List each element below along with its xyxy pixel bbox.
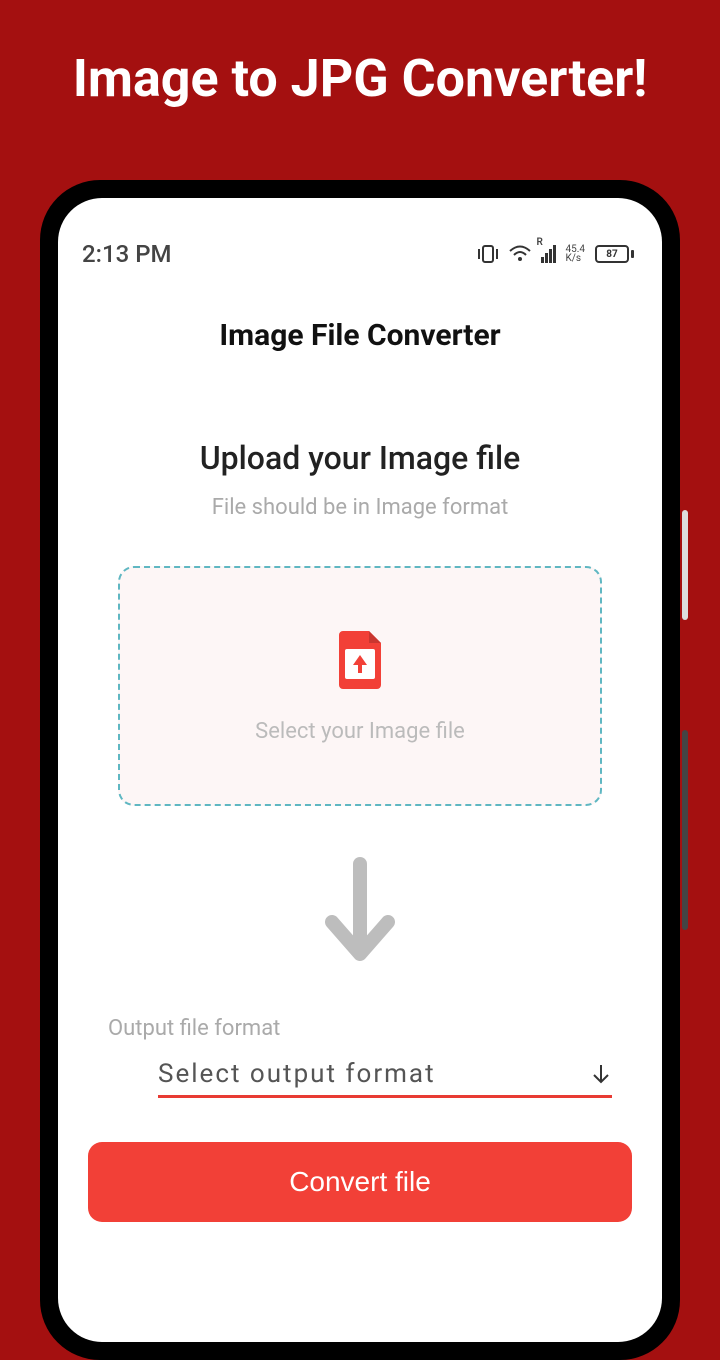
chevron-down-icon: [590, 1063, 612, 1085]
output-format-placeholder: Select output format: [158, 1059, 436, 1089]
arrow-down-icon: [58, 856, 662, 966]
phone-screen: 2:13 PM R: [58, 198, 662, 1342]
upload-heading: Upload your Image file: [58, 439, 662, 477]
app-title: Image File Converter: [58, 318, 662, 353]
upload-subtext: File should be in Image format: [58, 495, 662, 520]
wifi-icon: [509, 245, 531, 263]
dropzone-text: Select your Image file: [255, 719, 465, 744]
phone-frame: 2:13 PM R: [40, 180, 680, 1360]
convert-button[interactable]: Convert file: [88, 1142, 632, 1222]
output-format-label: Output file format: [108, 1016, 662, 1041]
vibrate-icon: [477, 245, 499, 263]
upload-dropzone[interactable]: Select your Image file: [118, 566, 602, 806]
convert-button-label: Convert file: [289, 1166, 431, 1198]
phone-side-button: [682, 730, 688, 930]
promo-title: Image to JPG Converter!: [0, 0, 720, 109]
output-format-select[interactable]: Select output format: [158, 1059, 612, 1098]
signal-icon: R: [541, 245, 556, 263]
phone-side-button: [682, 510, 688, 620]
status-icons: R 45.4 K/s 87: [477, 245, 635, 263]
status-bar: 2:13 PM R: [58, 226, 662, 282]
status-time: 2:13 PM: [82, 240, 172, 268]
file-upload-icon: [333, 629, 387, 691]
battery-icon: 87: [595, 245, 634, 263]
network-rate: 45.4 K/s: [566, 245, 586, 263]
